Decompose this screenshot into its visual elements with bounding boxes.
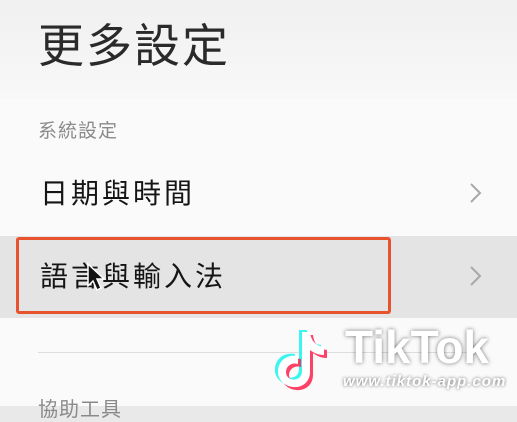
section-header-accessibility: 協助工具 (38, 397, 122, 421)
settings-item-date-time[interactable]: 日期與時間 (0, 153, 517, 235)
page-title: 更多設定 (38, 19, 230, 73)
chevron-right-icon (470, 183, 482, 203)
tiktok-logo-icon (274, 330, 327, 391)
highlight-box (16, 237, 391, 314)
watermark-url: www.tiktok-app.com (343, 373, 507, 390)
section-header-system: 系統設定 (38, 120, 119, 142)
mouse-cursor-icon (87, 262, 106, 292)
settings-item-label: 日期與時間 (40, 177, 196, 210)
chevron-right-icon (470, 266, 482, 286)
header: 更多設定 (0, 0, 517, 98)
watermark-brand: TikTok (345, 321, 489, 373)
